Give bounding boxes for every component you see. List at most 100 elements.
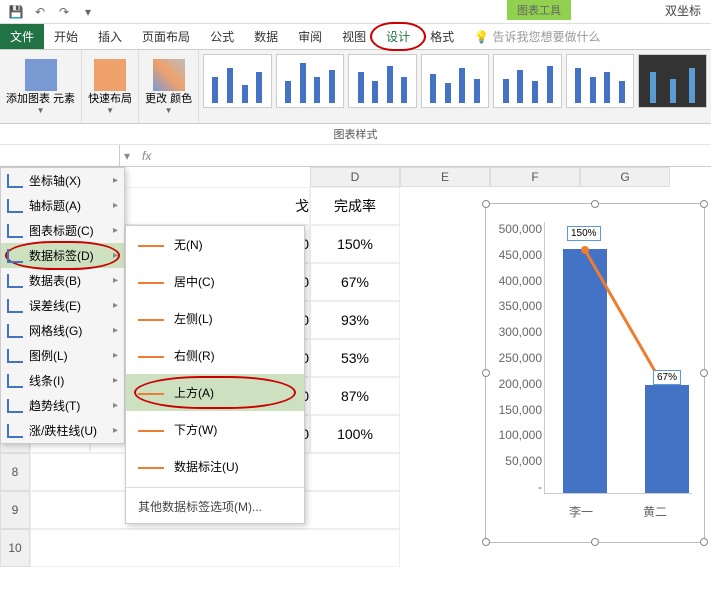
menu-trendline[interactable]: 趋势线(T) ▸ (1, 393, 124, 418)
quick-layout-button[interactable]: 快速布局 ▼ (82, 50, 139, 123)
tab-format[interactable]: 格式 (420, 24, 464, 49)
x-tick: 李一 (569, 503, 593, 520)
submenu-right[interactable]: 右侧(R) (126, 337, 304, 374)
chart-style-group-label: 图表样式 (0, 124, 711, 145)
tab-insert[interactable]: 插入 (88, 24, 132, 49)
cell[interactable]: 87% (310, 377, 400, 415)
chart-style-gallery[interactable] (199, 50, 711, 123)
resize-handle[interactable] (700, 200, 708, 208)
cell[interactable]: 53% (310, 339, 400, 377)
menu-legend[interactable]: 图例(L)▸ (1, 343, 124, 368)
submenu-above[interactable]: 上方(A) (126, 374, 304, 411)
gridline-icon (7, 324, 23, 338)
qat-dropdown-icon[interactable]: ▾ (76, 2, 100, 22)
resize-handle[interactable] (482, 200, 490, 208)
cell[interactable]: 67% (310, 263, 400, 301)
name-box[interactable] (0, 145, 120, 166)
menu-data-table[interactable]: 数据表(B)▸ (1, 268, 124, 293)
menu-label: 轴标题(A) (29, 197, 81, 214)
col-header[interactable]: D (310, 167, 400, 187)
data-label[interactable]: 150% (567, 226, 601, 241)
plot: 150% 67% (544, 222, 692, 494)
cell[interactable]: 93% (310, 301, 400, 339)
row-header[interactable]: 10 (0, 529, 30, 567)
y-tick: 200,000 (494, 377, 542, 391)
tab-review[interactable]: 审阅 (288, 24, 332, 49)
cell[interactable]: 150% (310, 225, 400, 263)
bar[interactable] (645, 385, 689, 493)
submenu-left[interactable]: 左侧(L) (126, 300, 304, 337)
y-tick: 100,000 (494, 428, 542, 442)
data-label[interactable]: 67% (653, 370, 681, 385)
undo-icon[interactable]: ↶ (28, 2, 52, 22)
document-title: 双坐标 (665, 2, 701, 19)
data-label-submenu[interactable]: 无(N) 居中(C) 左侧(L) 右侧(R) 上方(A) 下方(W) 数据标注(… (125, 225, 305, 524)
chevron-down-icon: ▼ (106, 106, 114, 115)
tab-data[interactable]: 数据 (244, 24, 288, 49)
add-chart-element-button[interactable]: 添加图表 元素 ▼ (0, 50, 82, 123)
embedded-chart[interactable]: 500,000 450,000 400,000 350,000 300,000 … (485, 203, 705, 543)
submenu-below[interactable]: 下方(W) (126, 411, 304, 448)
chevron-right-icon: ▸ (113, 375, 118, 386)
style-thumb[interactable] (566, 54, 635, 108)
col-header[interactable]: G (580, 167, 670, 187)
submenu-center[interactable]: 居中(C) (126, 263, 304, 300)
none-icon (138, 237, 164, 253)
menu-label: 数据标注(U) (174, 458, 239, 475)
y-tick: 450,000 (494, 248, 542, 262)
menu-chart-title[interactable]: 图表标题(C)▸ (1, 218, 124, 243)
resize-handle[interactable] (482, 538, 490, 546)
style-thumb[interactable] (638, 54, 707, 108)
error-bar-icon (7, 299, 23, 313)
submenu-more-options[interactable]: 其他数据标签选项(M)... (126, 490, 304, 523)
tell-me-box[interactable]: 💡 告诉我您想要做什么 (474, 28, 600, 45)
y-tick: 250,000 (494, 351, 542, 365)
tab-formula[interactable]: 公式 (200, 24, 244, 49)
cell[interactable] (30, 529, 400, 567)
chevron-right-icon: ▸ (113, 400, 118, 411)
col-header[interactable]: E (400, 167, 490, 187)
submenu-none[interactable]: 无(N) (126, 226, 304, 263)
add-element-dropdown[interactable]: 坐标轴(X)▸ 轴标题(A)▸ 图表标题(C)▸ 数据标签(D)▸ 数据表(B)… (0, 167, 125, 444)
menu-data-label[interactable]: 数据标签(D)▸ (1, 243, 124, 268)
resize-handle[interactable] (700, 538, 708, 546)
resize-handle[interactable] (482, 369, 490, 377)
resize-handle[interactable] (591, 538, 599, 546)
cell[interactable]: 完成率 (310, 187, 400, 225)
tab-file[interactable]: 文件 (0, 24, 44, 49)
menu-axis-title[interactable]: 轴标题(A)▸ (1, 193, 124, 218)
cell[interactable]: 100% (310, 415, 400, 453)
tab-layout[interactable]: 页面布局 (132, 24, 200, 49)
menu-updown-bar[interactable]: 涨/跌柱线(U)▸ (1, 418, 124, 443)
row-header[interactable]: 9 (0, 491, 30, 529)
chevron-right-icon: ▸ (113, 325, 118, 336)
style-thumb[interactable] (421, 54, 490, 108)
fx-icon[interactable]: fx (134, 149, 159, 163)
row-header[interactable]: 8 (0, 453, 30, 491)
style-thumb[interactable] (493, 54, 562, 108)
change-color-button[interactable]: 更改 颜色 ▼ (139, 50, 199, 123)
style-thumb[interactable] (203, 54, 272, 108)
above-icon (138, 385, 164, 401)
menu-label: 趋势线(T) (29, 397, 80, 414)
legend-icon (7, 349, 23, 363)
tab-home[interactable]: 开始 (44, 24, 88, 49)
save-icon[interactable]: 💾 (4, 2, 28, 22)
col-header[interactable]: F (490, 167, 580, 187)
resize-handle[interactable] (591, 200, 599, 208)
redo-icon[interactable]: ↷ (52, 2, 76, 22)
style-thumb[interactable] (348, 54, 417, 108)
submenu-callout[interactable]: 数据标注(U) (126, 448, 304, 485)
y-tick: 500,000 (494, 222, 542, 236)
menu-error-bar[interactable]: 误差线(E)▸ (1, 293, 124, 318)
chart-plot-area[interactable]: 500,000 450,000 400,000 350,000 300,000 … (494, 212, 696, 534)
line-series[interactable] (545, 222, 711, 372)
menu-axis[interactable]: 坐标轴(X)▸ (1, 168, 124, 193)
style-thumb[interactable] (276, 54, 345, 108)
tab-design[interactable]: 设计 (376, 24, 420, 49)
chevron-right-icon: ▸ (113, 300, 118, 311)
namebox-dropdown-icon[interactable]: ▾ (120, 149, 134, 163)
menu-gridline[interactable]: 网格线(G)▸ (1, 318, 124, 343)
add-chart-element-label: 添加图表 元素 (6, 93, 75, 106)
menu-lines[interactable]: 线条(I)▸ (1, 368, 124, 393)
